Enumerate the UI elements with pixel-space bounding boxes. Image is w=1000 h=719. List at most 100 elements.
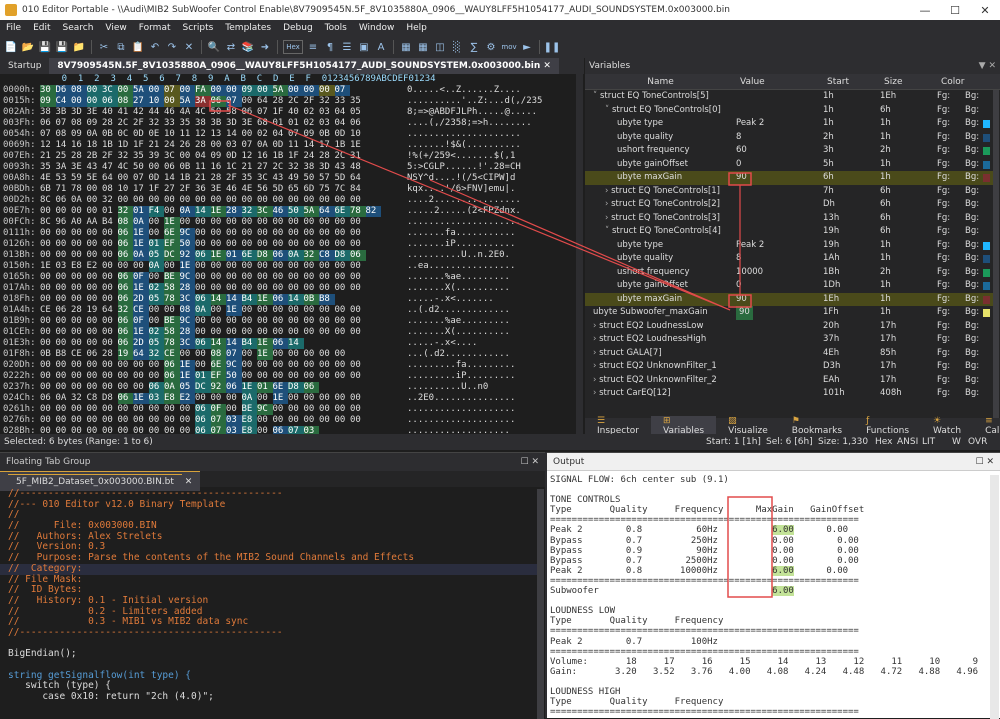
code-line[interactable]: case 0x10: return "2ch (4.0)"; (0, 691, 540, 703)
hex-byte[interactable]: 00 (226, 272, 242, 283)
hex-byte[interactable]: 00 (87, 338, 103, 349)
hex-byte[interactable]: 07 (257, 107, 273, 118)
variable-value[interactable]: Peak 2 (736, 239, 764, 253)
hex-byte[interactable]: 00 (226, 404, 242, 415)
hex-byte[interactable]: 10 (148, 96, 164, 107)
hex-byte[interactable]: 00 (242, 217, 258, 228)
hex-byte[interactable]: 00 (350, 316, 366, 327)
hex-byte[interactable]: 1E (133, 239, 149, 250)
hex-byte[interactable]: 00 (195, 261, 211, 272)
output-close-icon[interactable]: ☐ ✕ (976, 457, 994, 467)
hex-byte[interactable]: 00 (56, 426, 72, 434)
hex-byte[interactable]: BE (241, 404, 257, 415)
hex-ascii[interactable]: .........iP......... (407, 371, 515, 382)
hex-ascii[interactable]: ....2................ (407, 195, 521, 206)
hex-byte[interactable]: 44 (149, 107, 165, 118)
hex-byte[interactable]: 00 (195, 316, 211, 327)
grid-icon[interactable]: ▦ (416, 40, 430, 54)
hex-byte[interactable]: 4A (180, 107, 196, 118)
hex-row[interactable]: 0111h: 00 00 00 00 00 06 1E 00 6E 9C 00 00 00 00 00 00 00… (0, 228, 584, 239)
variable-fg-color[interactable]: Fg: (937, 225, 950, 239)
hex-byte[interactable]: 58 (226, 107, 242, 118)
hex-byte[interactable]: 84 (350, 184, 366, 195)
save-all-icon[interactable]: 💾 (55, 40, 69, 54)
hex-byte[interactable]: 50 (226, 371, 242, 382)
hex-byte[interactable]: 00 (118, 371, 134, 382)
hex-byte[interactable]: 1B (102, 140, 118, 151)
hex-byte[interactable]: 00 (149, 415, 165, 426)
hex-byte[interactable]: 00 (87, 250, 103, 261)
hex-byte[interactable]: C8 (87, 393, 103, 404)
variable-row[interactable]: › struct EQ2 UnknownFilter_2 EAh 17h Fg: Bg: (585, 374, 993, 388)
hex-byte[interactable]: 00 (288, 272, 304, 283)
hex-byte[interactable]: 00 (133, 360, 149, 371)
hex-byte[interactable]: 00 (226, 393, 242, 404)
variable-bg-color[interactable]: Bg: (965, 360, 979, 374)
hex-byte[interactable]: 0D (226, 151, 242, 162)
hex-byte[interactable]: D8 (102, 393, 118, 404)
hex-byte[interactable]: 06 (272, 338, 288, 349)
hex-byte[interactable]: 06 (195, 404, 211, 415)
variable-bg-color[interactable]: Bg: (965, 90, 979, 104)
hex-row[interactable]: 00A8h: 4E 53 59 5E 64 00 07 0D 14 1B 21 28 2F 35 3C 43 49… (0, 173, 584, 184)
hex-byte[interactable]: 40 (288, 107, 304, 118)
variable-fg-color[interactable]: Fg: (937, 90, 950, 104)
status-hex[interactable]: Hex (875, 437, 892, 447)
hex-byte[interactable]: 00 (71, 250, 87, 261)
hex-byte[interactable]: 14 (195, 206, 211, 217)
code-line[interactable]: //--- 010 Editor v12.0 Binary Template (0, 499, 540, 511)
hex-byte[interactable]: 0D (133, 129, 149, 140)
hex-byte[interactable]: 00 (350, 283, 366, 294)
hex-byte[interactable]: 32 (149, 118, 165, 129)
hex-byte[interactable]: 43 (335, 162, 351, 173)
variable-row[interactable]: › struct EQ2 LoudnessLow 20h 17h Fg: Bg: (585, 320, 993, 334)
hex-byte[interactable]: C8 (319, 250, 335, 261)
hex-byte[interactable]: 27 (257, 162, 273, 173)
hex-byte[interactable]: 3B (211, 118, 227, 129)
hex-byte[interactable]: 0F (133, 316, 149, 327)
hex-byte[interactable]: 32 (241, 206, 257, 217)
hex-byte[interactable]: 00 (273, 360, 289, 371)
hex-byte[interactable]: 3C (179, 338, 195, 349)
variable-bg-color[interactable]: Bg: (965, 225, 979, 239)
hex-byte[interactable]: 00 (211, 316, 227, 327)
menu-tools[interactable]: Tools (319, 23, 353, 33)
variable-bg-color[interactable]: Bg: (965, 306, 979, 320)
variable-row[interactable]: › struct EQ ToneControls[1] 7h 6h Fg: Bg: (585, 185, 993, 199)
hex-byte[interactable]: 00 (56, 404, 72, 415)
hex-byte[interactable]: 00 (304, 261, 320, 272)
hex-byte[interactable]: DC (164, 250, 180, 261)
hex-ascii[interactable]: .......X(.......... (407, 327, 510, 338)
hex-byte[interactable]: 00 (87, 327, 103, 338)
hex-byte[interactable]: 00 (319, 195, 335, 206)
paste-icon[interactable]: 📋 (131, 40, 145, 54)
hex-byte[interactable]: 00 (288, 316, 304, 327)
variable-value[interactable]: 0 (736, 158, 741, 172)
hex-byte[interactable]: 1E (133, 393, 149, 404)
hex-byte[interactable]: 00 (133, 415, 149, 426)
hex-byte[interactable]: 06 (164, 371, 180, 382)
hex-ascii[interactable]: NSY^d....!(/5<CIPW]d (407, 173, 515, 184)
hex-byte[interactable]: 08 (117, 96, 133, 107)
hex-byte[interactable]: 00 (304, 272, 320, 283)
hex-byte[interactable]: 6D (304, 184, 320, 195)
hex-byte[interactable]: 32 (148, 349, 164, 360)
hex-byte[interactable]: 00 (40, 360, 56, 371)
hex-byte[interactable]: 35 (40, 162, 56, 173)
hex-row[interactable]: 01CEh: 00 00 00 00 00 06 1E 02 58 28 00 00 00 00 00 00 00… (0, 327, 584, 338)
hex-byte[interactable]: 14 (304, 140, 320, 151)
hex-row[interactable]: 002Ah: 38 3B 3D 3E 40 41 42 44 46 4A 4C 50 58 06 07 1F 40… (0, 107, 584, 118)
hex-byte[interactable]: 00 (56, 283, 72, 294)
hex-byte[interactable]: 00 (211, 261, 227, 272)
hex-bytes[interactable]: 4E 53 59 5E 64 00 07 0D 14 1B 21 28 2F 35 3C 43 49 50 57 5D… (40, 173, 366, 184)
hex-byte[interactable]: 1E (40, 261, 56, 272)
hex-byte[interactable]: 3A (56, 162, 72, 173)
hex-byte[interactable]: BE (164, 272, 180, 283)
hex-byte[interactable]: 03 (319, 118, 335, 129)
hex-byte[interactable]: 02 (148, 283, 164, 294)
hex-byte[interactable]: 12 (242, 151, 258, 162)
variable-bg-color[interactable]: Bg: (965, 387, 979, 401)
hex-byte[interactable]: 06 (195, 294, 211, 305)
pilcrow-icon[interactable]: ¶ (323, 40, 337, 54)
hex-byte[interactable]: 00 (87, 360, 103, 371)
